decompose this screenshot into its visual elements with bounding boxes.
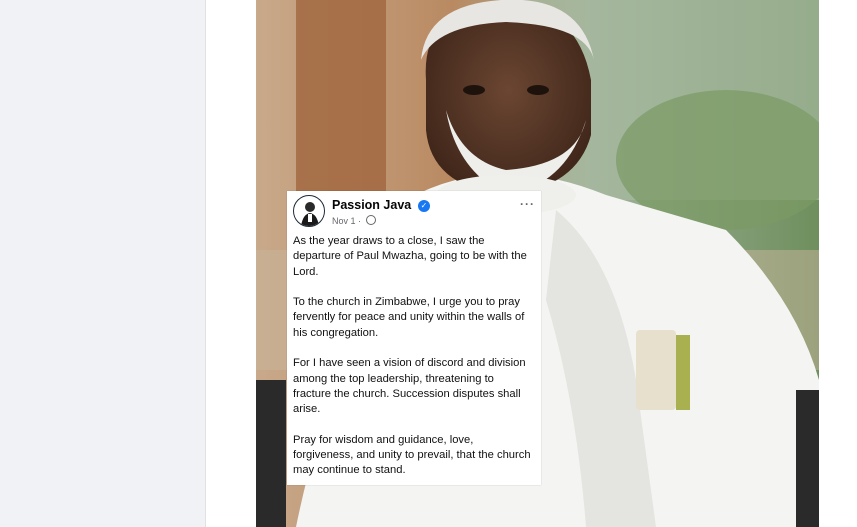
- post-paragraph: For I have seen a vision of discord and …: [293, 357, 526, 416]
- post-paragraph: To the church in Zimbabwe, I urge you to…: [293, 296, 525, 339]
- more-options-icon[interactable]: ···: [520, 197, 535, 211]
- avatar-image: [301, 202, 319, 226]
- left-sidebar: [0, 0, 206, 527]
- post-paragraph: As the year draws to a close, I saw the …: [293, 235, 527, 278]
- quoted-post-card: Passion Java ✓ Nov 1 · ··· As the year d…: [287, 191, 541, 485]
- post-date[interactable]: Nov 1: [332, 216, 356, 226]
- author-avatar[interactable]: [293, 195, 325, 227]
- post-header: Passion Java ✓ Nov 1 · ···: [293, 195, 537, 229]
- author-name[interactable]: Passion Java: [332, 198, 411, 212]
- post-text: As the year draws to a close, I saw the …: [293, 234, 533, 494]
- post-meta: Nov 1 ·: [332, 215, 376, 226]
- post-paragraph: Pray for wisdom and guidance, love, forg…: [293, 433, 531, 477]
- verified-badge-icon: ✓: [418, 200, 430, 212]
- globe-icon: [365, 215, 376, 225]
- meta-separator: ·: [355, 216, 364, 226]
